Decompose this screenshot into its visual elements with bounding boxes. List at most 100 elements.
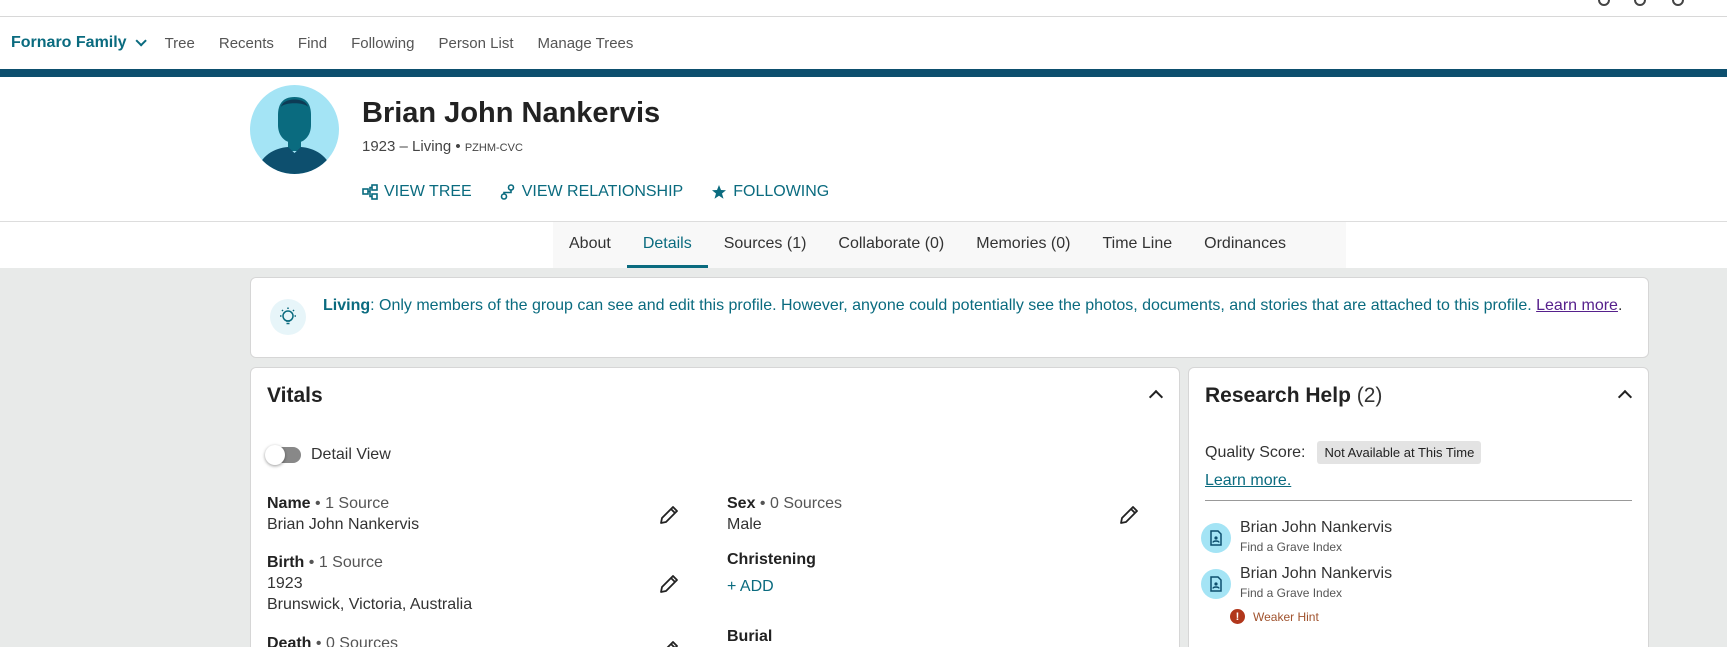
notice-label: Living [323,297,371,314]
account-icon[interactable] [1672,0,1684,6]
following-button[interactable]: FOLLOWING [711,183,829,201]
hint-name: Brian John Nankervis [1240,519,1393,536]
name-sources: 1 Source [325,495,390,512]
quality-score: Quality Score: Not Available at This Tim… [1205,441,1482,464]
toggle-switch[interactable] [265,445,301,465]
notice-body: : Only members of the group can see and … [370,297,1532,314]
person-lifespan-line: 1923 – Living • PZHM-CVC [362,138,523,155]
research-learn-more-link[interactable]: Learn more. [1205,472,1291,490]
burial-fact: Burial [727,626,772,647]
chevron-down-icon [135,35,147,47]
burial-label: Burial [727,628,773,645]
vitals-card: Vitals Detail View Name • 1 Source Brian… [250,367,1180,647]
divider [1205,500,1632,501]
sex-sources: 0 Sources [769,495,843,512]
tree-icon [362,184,378,200]
birth-sources: 1 Source [318,554,383,571]
hint-source: Find a Grave Index [1240,540,1343,554]
record-hint-icon [1201,523,1231,553]
notice-end: . [1617,297,1623,314]
separator-dot: • [755,495,770,512]
nav-following[interactable]: Following [351,35,414,52]
sex-value: Male [727,516,762,533]
browser-top-strip [0,0,1727,17]
christening-fact: Christening + ADD [727,549,816,597]
person-actions: VIEW TREE VIEW RELATIONSHIP FOLLOWING [362,183,857,201]
tab-ordinances[interactable]: Ordinances [1188,222,1302,268]
view-tree-label: VIEW TREE [384,183,472,200]
sex-fact[interactable]: Sex • 0 Sources Male [727,493,842,535]
nav-manage-trees[interactable]: Manage Trees [538,35,634,52]
quality-score-label: Quality Score: [1205,443,1306,461]
relationship-icon [500,184,515,200]
person-header: Brian John Nankervis 1923 – Living • PZH… [0,77,1727,222]
male-silhouette-icon [256,97,333,174]
record-hint-icon [1201,569,1231,599]
nav-person-list[interactable]: Person List [438,35,513,52]
chevron-up-icon[interactable] [1148,389,1164,405]
living-notice: Living: Only members of the group can se… [250,277,1649,358]
research-help-count: (2) [1356,384,1383,407]
hint-source: Find a Grave Index [1240,586,1343,600]
pencil-icon[interactable] [657,572,681,596]
research-help-card: Research Help (2) Quality Score: Not Ava… [1188,367,1649,647]
detail-view-label: Detail View [311,446,391,463]
hint-name: Brian John Nankervis [1240,565,1393,582]
christening-label: Christening [727,551,816,568]
view-relationship-label: VIEW RELATIONSHIP [521,183,684,200]
alert-icon: ! [1230,609,1245,624]
death-label: Death [267,635,312,647]
tabs-bar: About Details Sources (1) Collaborate (0… [0,222,1727,268]
person-name: Brian John Nankervis [362,97,661,129]
birth-label: Birth [267,554,305,571]
death-sources: 0 Sources [325,635,398,647]
detail-view-toggle[interactable]: Detail View [265,445,391,465]
tab-details[interactable]: Details [626,222,708,268]
separator-dot: • [304,554,319,571]
name-value: Brian John Nankervis [267,516,420,533]
nav-find[interactable]: Find [298,35,327,52]
pencil-icon[interactable] [657,503,681,527]
research-help-label: Research Help [1205,384,1351,407]
header-accent-bar [0,69,1727,77]
help-icon[interactable] [1634,0,1646,6]
avatar [250,85,339,174]
tab-collaborate[interactable]: Collaborate (0) [822,222,960,268]
chevron-up-icon[interactable] [1617,389,1633,405]
tab-sources[interactable]: Sources (1) [708,222,823,268]
birth-date: 1923 [267,575,303,592]
pencil-icon[interactable] [657,638,681,647]
add-christening-button[interactable]: + ADD [727,576,816,597]
nav-tree[interactable]: Tree [165,35,195,52]
nav-recents[interactable]: Recents [219,35,274,52]
view-relationship-button[interactable]: VIEW RELATIONSHIP [500,183,684,201]
weaker-hint-label: Weaker Hint [1253,609,1319,624]
person-id[interactable]: PZHM-CVC [465,142,523,154]
research-help-title: Research Help (2) [1205,384,1382,408]
notification-icon[interactable] [1598,0,1610,6]
tab-time-line[interactable]: Time Line [1086,222,1188,268]
following-label: FOLLOWING [733,183,830,200]
tree-selector[interactable]: Fornaro Family [11,34,147,52]
tree-name: Fornaro Family [11,34,127,51]
star-icon [712,185,727,199]
separator-dot: • [455,138,465,155]
lifespan: 1923 – Living [362,138,452,155]
vitals-title: Vitals [267,384,323,407]
name-fact[interactable]: Name • 1 Source Brian John Nankervis [267,493,419,535]
view-tree-button[interactable]: VIEW TREE [362,183,472,201]
learn-more-link[interactable]: Learn more [1536,297,1618,314]
tab-memories[interactable]: Memories (0) [960,222,1086,268]
notice-text: Living: Only members of the group can se… [323,294,1633,318]
tab-about[interactable]: About [553,222,627,268]
death-fact[interactable]: Death • 0 Sources [267,633,398,647]
sex-label: Sex [727,495,756,512]
tree-nav-bar: Fornaro Family Tree Recents Find Followi… [0,17,1727,69]
birth-fact[interactable]: Birth • 1 Source 1923 Brunswick, Victori… [267,552,472,615]
quality-score-badge: Not Available at This Time [1317,441,1482,464]
tab-list: About Details Sources (1) Collaborate (0… [553,222,1346,268]
pencil-icon[interactable] [1117,503,1141,527]
weaker-hint-badge: ! Weaker Hint [1230,609,1319,624]
separator-dot: • [310,495,326,512]
separator-dot: • [311,635,326,647]
